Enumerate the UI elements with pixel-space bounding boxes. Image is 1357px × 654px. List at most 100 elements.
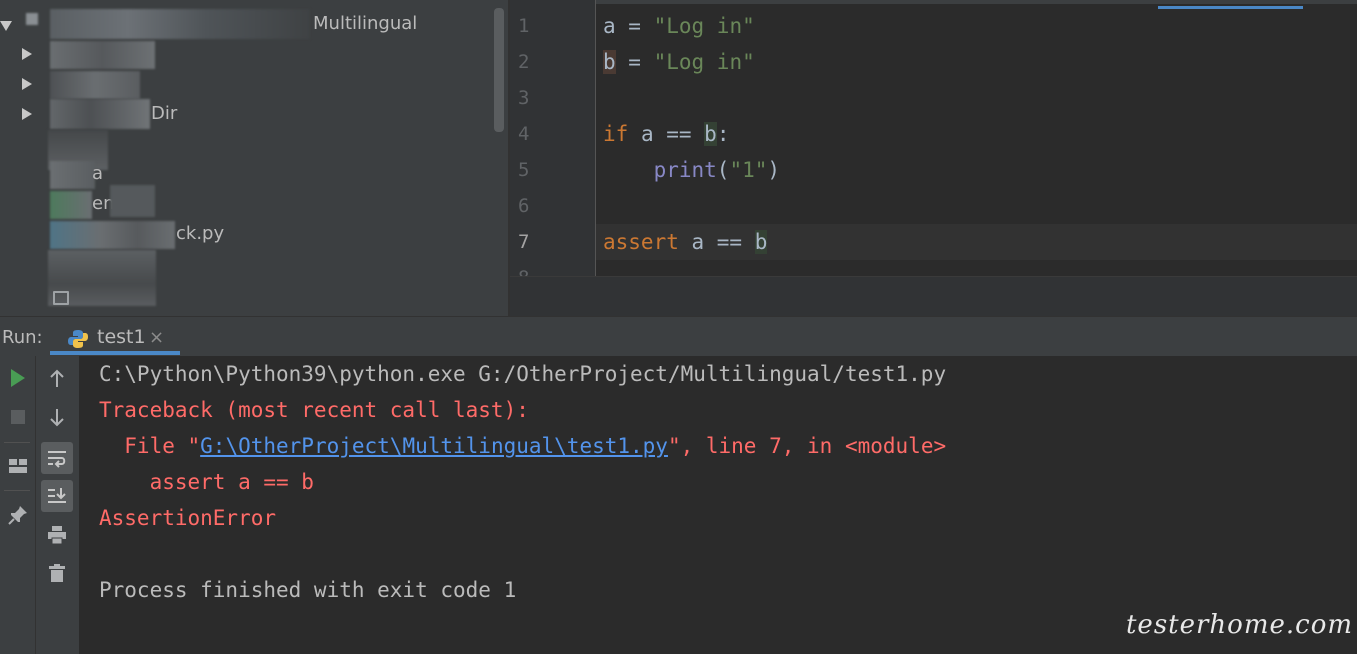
run-tab-title: test1 [97,326,146,348]
close-icon[interactable]: × [149,327,164,348]
line-number: 1 [518,15,530,37]
line-number: 2 [518,51,530,73]
code-op: = [615,14,654,38]
code-text: a == [628,122,705,146]
redacted-region [50,221,175,249]
code-paren: ( [716,158,730,182]
toolbar-divider [4,442,30,443]
soft-wrap-toggle[interactable] [41,442,73,474]
expand-down-icon[interactable] [0,21,12,31]
project-scrollbar[interactable] [494,8,504,132]
code-text: : [716,122,730,146]
console-file-link[interactable]: G:\OtherProject\Multilingual\test1.py [200,434,668,458]
console-file-line: File "G:\OtherProject\Multilingual\test1… [99,428,946,464]
code-var: b [754,230,768,254]
code-line-4[interactable]: if a == b: [603,116,729,152]
console-toolbar [36,356,80,654]
tree-item[interactable]: Dir [0,99,495,129]
redacted-region [50,71,140,99]
tree-item[interactable]: en [0,185,495,219]
play-icon [11,369,25,387]
code-string: "Log in" [653,50,755,74]
code-op: = [615,50,654,74]
console-exit-line: Process finished with exit code 1 [99,578,517,602]
tree-root-row[interactable]: Multilingual [0,9,495,39]
soft-wrap-icon [48,451,66,468]
code-line-7[interactable]: assert a == b [603,224,768,260]
layout-button[interactable] [2,450,34,482]
line-number: 4 [518,123,530,145]
stop-button[interactable] [2,401,34,433]
python-icon [68,330,88,348]
project-tree-panel: Multilingual Dir a en ck.py [0,0,508,316]
arrow-up-icon [50,369,64,387]
file-icon [53,291,69,305]
run-tool-header: Run: test1 × [0,316,1357,356]
line-number: 6 [518,195,530,217]
code-paren: ) [767,158,781,182]
pin-icon [8,506,27,525]
redacted-region [110,185,155,217]
printer-icon [48,526,66,545]
arrow-down-icon [50,409,64,427]
console-file-prefix: File " [99,434,201,458]
code-string: "1" [729,158,768,182]
code-var: a [603,14,616,38]
console-code-line: assert a == b [99,470,314,494]
tree-item[interactable] [0,69,495,99]
tree-item[interactable] [0,39,495,69]
code-line-2[interactable]: b = "Log in" [603,44,755,80]
trash-icon [49,564,65,582]
scroll-to-end-toggle[interactable] [41,480,73,512]
console-error-line: AssertionError [99,506,277,530]
print-button[interactable] [41,519,73,551]
tree-item[interactable]: a [0,159,495,189]
pin-button[interactable] [2,499,34,531]
console-file-suffix: ", line 7, in <module> [667,434,947,458]
code-var: b [704,122,717,146]
watermark: testerhome.com [1125,610,1353,640]
code-editor[interactable]: 1 2 3 4 5 6 7 8 a = "Log in" b = "Log in… [508,0,1357,316]
line-number: 3 [518,87,530,109]
code-string: "Log in" [653,14,755,38]
redacted-region [50,41,155,69]
tree-item[interactable]: ck.py [0,219,495,249]
stop-icon [11,410,25,424]
layout-icon [9,459,27,473]
run-tab-underline [50,351,180,355]
expand-right-icon[interactable] [22,78,32,90]
toolbar-divider [4,490,30,491]
clear-all-button[interactable] [41,557,73,589]
tree-item-label: Dir [151,103,178,124]
console-traceback-line: Traceback (most recent call last): [99,398,529,422]
tree-root-label: Multilingual [313,13,418,34]
redacted-region [50,99,150,129]
code-var: b [603,50,616,74]
tree-item-label: a [92,163,104,184]
editor-bottom-strip [510,276,1357,316]
code-text: a == [678,230,755,254]
tree-item-label: ck.py [176,223,225,244]
line-number: 5 [518,159,530,181]
redacted-region [50,9,310,39]
editor-tab-strip [510,0,1357,4]
run-left-toolbar [0,356,36,654]
redacted-region [50,191,92,219]
expand-right-icon[interactable] [22,48,32,60]
rerun-button[interactable] [2,362,34,394]
code-keyword: assert [603,230,679,254]
scroll-down-button[interactable] [41,401,73,433]
code-line-5[interactable]: print("1") [603,152,780,188]
scroll-to-end-icon [48,488,66,503]
folder-icon [26,13,38,25]
code-line-1[interactable]: a = "Log in" [603,8,755,44]
code-keyword: if [603,122,629,146]
line-number-current: 7 [518,231,530,253]
scroll-up-button[interactable] [41,363,73,395]
console-command-line: C:\Python\Python39\python.exe G:/OtherPr… [99,362,947,386]
run-label: Run: [2,327,43,348]
redacted-region [50,161,95,189]
expand-right-icon[interactable] [22,108,32,120]
active-tab-indicator [1158,6,1303,9]
